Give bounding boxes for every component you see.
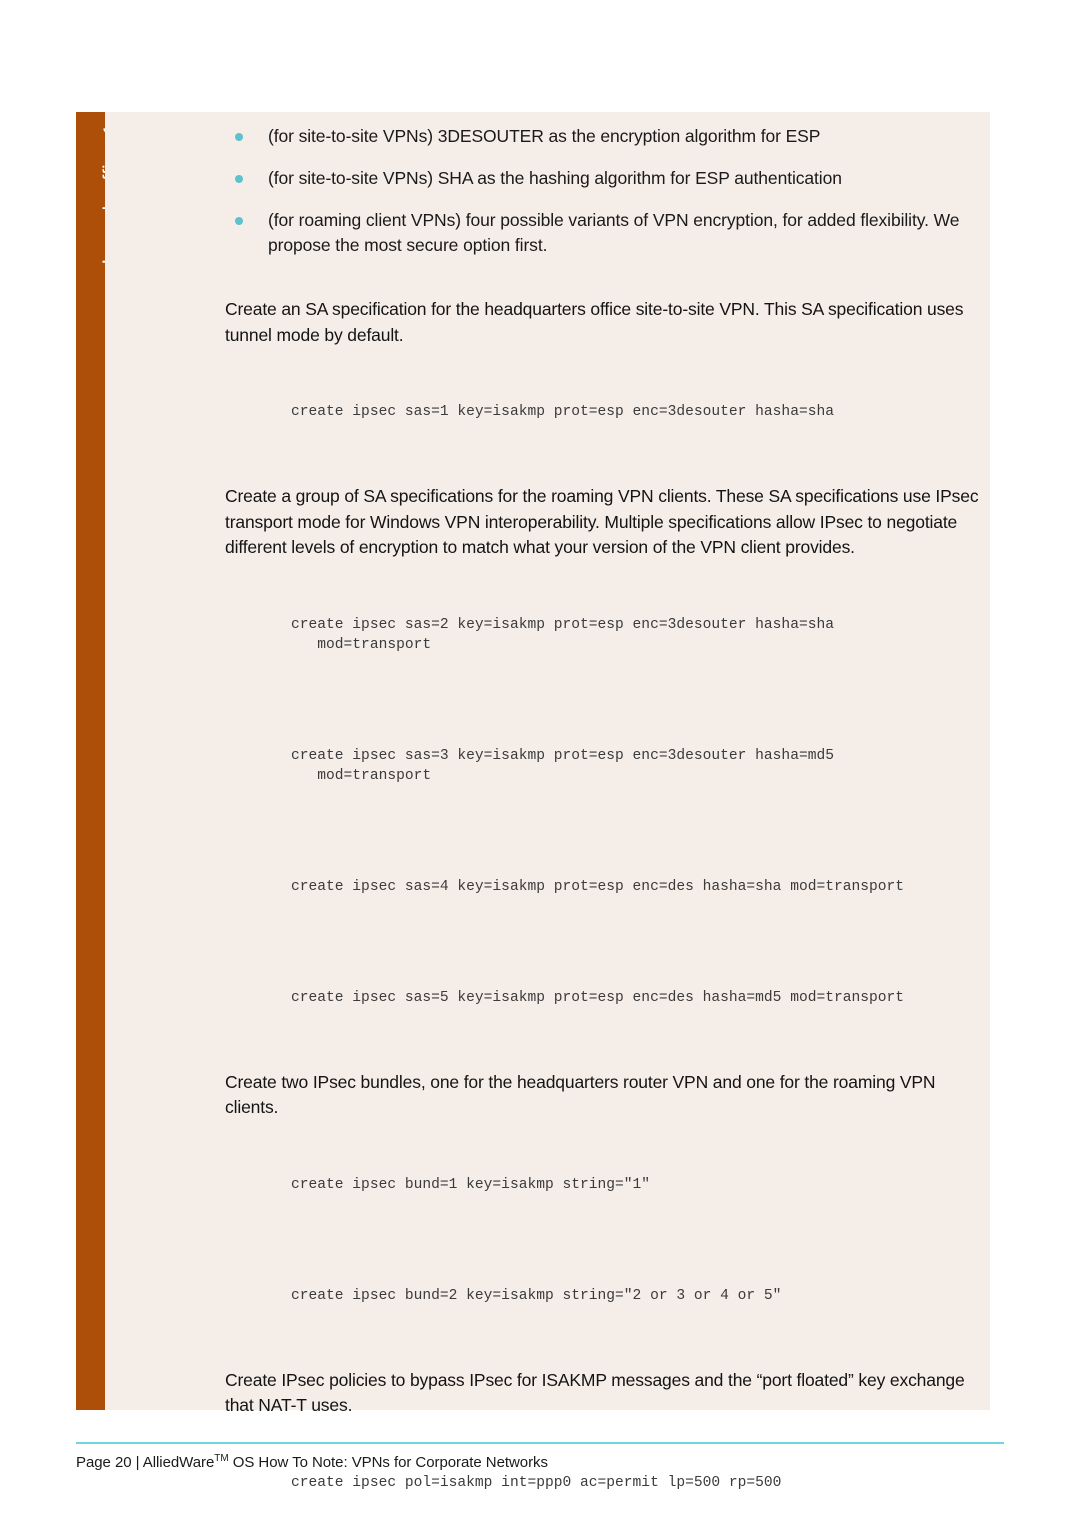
content-panel: (for site-to-site VPNs) 3DESOUTER as the… — [105, 112, 990, 1491]
footer-page-label: Page 20 | AlliedWare — [76, 1454, 215, 1471]
bullet-dot-icon — [235, 133, 243, 141]
section-tab-branch-office-1: branch office 1 — [76, 112, 123, 1410]
list-item-text: (for roaming client VPNs) four possible … — [268, 210, 960, 255]
page-footer: Page 20 | AlliedWareTM OS How To Note: V… — [76, 1453, 548, 1471]
code-line: create ipsec sas=1 key=isakmp prot=esp e… — [291, 404, 834, 420]
code-line: create ipsec sas=5 key=isakmp prot=esp e… — [291, 989, 905, 1006]
code-block: create ipsec sas=1 key=isakmp prot=esp e… — [225, 362, 985, 462]
list-item-text: (for site-to-site VPNs) 3DESOUTER as the… — [268, 126, 821, 146]
code-block: create ipsec sas=2 key=isakmp prot=esp e… — [225, 575, 985, 1048]
bullet-dot-icon — [235, 175, 243, 183]
document-page: branch office 1 (for site-to-site VPNs) … — [0, 0, 1080, 1527]
trademark-symbol: TM — [214, 1453, 229, 1464]
section-paragraph: Create two IPsec bundles, one for the he… — [225, 1071, 936, 1118]
code-line: create ipsec bund=2 key=isakmp string="2… — [291, 1287, 782, 1304]
list-item-text: (for site-to-site VPNs) SHA as the hashi… — [268, 168, 842, 188]
footer-title: OS How To Note: VPNs for Corporate Netwo… — [228, 1454, 548, 1471]
list-item: (for site-to-site VPNs) 3DESOUTER as the… — [225, 124, 985, 149]
section-paragraph: Create a group of SA specifications for … — [225, 486, 979, 557]
section-paragraph: Create an SA specification for the headq… — [225, 299, 964, 345]
code-line: create ipsec bund=1 key=isakmp string="1… — [291, 1176, 651, 1193]
code-line: create ipsec pol=isakmp int=ppp0 ac=perm… — [291, 1474, 782, 1491]
code-line: create ipsec sas=3 key=isakmp prot=esp e… — [291, 747, 834, 784]
code-line: create ipsec sas=2 key=isakmp prot=esp e… — [291, 616, 834, 653]
text-column: (for site-to-site VPNs) 3DESOUTER as the… — [225, 112, 985, 1527]
footer-divider — [76, 1442, 1004, 1444]
feature-bullet-list: (for site-to-site VPNs) 3DESOUTER as the… — [225, 124, 985, 258]
code-line: create ipsec sas=4 key=isakmp prot=esp e… — [291, 878, 905, 895]
code-block: create ipsec bund=1 key=isakmp string="1… — [225, 1135, 985, 1346]
code-block: create ipsec pol=isakmp int=ppp0 ac=perm… — [225, 1433, 985, 1527]
list-item: (for site-to-site VPNs) SHA as the hashi… — [225, 166, 985, 191]
bullet-dot-icon — [235, 217, 243, 225]
list-item: (for roaming client VPNs) four possible … — [225, 208, 985, 258]
section-paragraph: Create IPsec policies to bypass IPsec fo… — [225, 1369, 965, 1416]
